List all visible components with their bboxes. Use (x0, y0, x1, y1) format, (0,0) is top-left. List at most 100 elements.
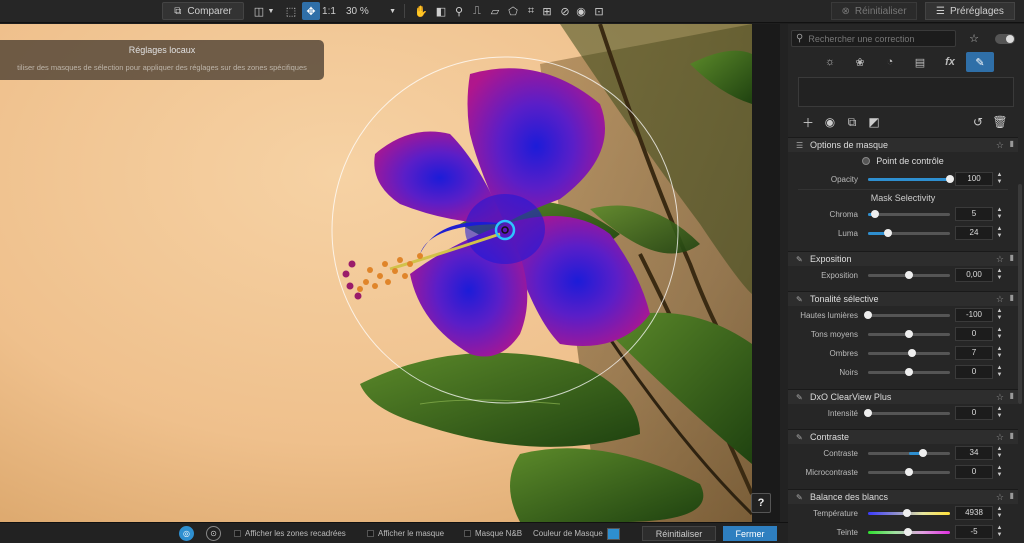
move-icon[interactable]: ✥ (302, 2, 320, 20)
eyedropper-icon[interactable]: ⚲ (450, 2, 468, 20)
show-mask-checkbox[interactable]: Afficher le masque (367, 527, 444, 540)
zoom-one-to-one-button[interactable]: 1:1 (320, 2, 338, 20)
split-view-chevron-icon[interactable]: ▼ (266, 2, 276, 20)
intensity-slider[interactable] (864, 409, 950, 417)
temperature-value-field[interactable]: 4938 (955, 506, 993, 520)
show-cropped-zones-checkbox[interactable]: Afficher les zones recadrées (234, 527, 346, 540)
microcontrast-slider[interactable] (868, 468, 950, 476)
expand-icon[interactable]: ▮ (1010, 293, 1014, 302)
spinner-arrows-icon[interactable]: ▲ ▼ (995, 446, 1004, 460)
panel-scrollbar[interactable] (1018, 184, 1022, 404)
slider-knob[interactable] (918, 449, 927, 457)
favorite-star-icon[interactable]: ☆ (996, 432, 1004, 443)
hand-tool-icon[interactable]: ✋ (412, 2, 430, 20)
favorite-star-icon[interactable]: ☆ (996, 294, 1004, 305)
luma-slider[interactable] (868, 229, 950, 237)
slider-knob[interactable] (905, 330, 913, 338)
spinner-arrows-icon[interactable]: ▲ ▼ (995, 327, 1004, 341)
expand-icon[interactable]: ▮ (1010, 431, 1014, 440)
spinner-arrows-icon[interactable]: ▲ ▼ (995, 506, 1004, 520)
spinner-arrows-icon[interactable]: ▲ ▼ (995, 226, 1004, 240)
spinner-arrows-icon[interactable]: ▲ ▼ (995, 207, 1004, 221)
tab-fx-icon[interactable]: fx (936, 52, 964, 72)
tint-value-field[interactable]: -5 (955, 525, 993, 539)
exposure-slider[interactable] (868, 271, 950, 279)
local-adjustments-icon[interactable]: ⊞ (538, 2, 556, 20)
slider-knob[interactable] (864, 311, 872, 319)
slider-knob[interactable] (870, 210, 879, 218)
slider-knob[interactable] (946, 175, 954, 183)
reset-all-button[interactable]: ⊗ Réinitialiser (831, 2, 917, 20)
slider-knob[interactable] (905, 468, 913, 476)
clearview-header[interactable]: ✎ DxO ClearView Plus ☆ ▮ (788, 389, 1018, 404)
temperature-slider[interactable] (868, 509, 950, 517)
invert-mask-icon[interactable]: ◩ (866, 114, 882, 130)
panel-toggle-switch[interactable] (995, 34, 1015, 44)
midtones-slider[interactable] (868, 330, 950, 338)
luma-value-field[interactable]: 24 (955, 226, 993, 240)
exposure-value-field[interactable]: 0,00 (955, 268, 993, 282)
mask-bw-checkbox[interactable]: Masque N&B (464, 527, 522, 540)
duplicate-mask-icon[interactable]: ⧉ (844, 114, 860, 130)
blacks-slider[interactable] (868, 368, 950, 376)
spinner-arrows-icon[interactable]: ▲ ▼ (995, 172, 1004, 186)
slider-knob[interactable] (905, 368, 913, 376)
perspective-icon[interactable]: ⏥ (486, 2, 504, 20)
image-canvas[interactable]: Réglages locaux tiliser des masques de s… (0, 24, 752, 522)
panel-splitter[interactable] (780, 24, 788, 522)
intensity-value-field[interactable]: 0 (955, 406, 993, 420)
undo-mask-icon[interactable]: ↺ (970, 114, 986, 130)
fit-view-icon[interactable]: ⬚ (282, 2, 300, 20)
spinner-arrows-icon[interactable]: ▲ ▼ (995, 406, 1004, 420)
contrast-header[interactable]: ✎ Contraste ☆ ▮ (788, 429, 1018, 444)
contrast-slider[interactable] (868, 449, 950, 457)
overlay-toggle-icon[interactable]: ⊡ (590, 2, 608, 20)
spinner-arrows-icon[interactable]: ▲ ▼ (995, 465, 1004, 479)
control-point-mode-icon[interactable]: ◎ (179, 526, 194, 541)
mask-color-picker[interactable]: Couleur de Masque (533, 527, 620, 540)
white-balance-header[interactable]: ✎ Balance des blancs ☆ ▮ (788, 489, 1018, 504)
expand-icon[interactable]: ▮ (1010, 391, 1014, 400)
zoom-select[interactable]: 30 % ▼ (342, 2, 400, 20)
tab-color-circles-icon[interactable]: ❀ (846, 52, 874, 72)
eye-icon[interactable]: ◉ (572, 2, 590, 20)
search-input[interactable]: ⚲ Rechercher une correction (791, 30, 956, 47)
blacks-value-field[interactable]: 0 (955, 365, 993, 379)
slider-knob[interactable] (904, 528, 913, 536)
favorites-star-icon[interactable]: ☆ (965, 30, 983, 47)
microcontrast-value-field[interactable]: 0 (955, 465, 993, 479)
highlights-slider[interactable] (864, 311, 950, 319)
expand-icon[interactable]: ▮ (1010, 491, 1014, 500)
close-button[interactable]: Fermer (723, 526, 777, 541)
favorite-star-icon[interactable]: ☆ (996, 140, 1004, 151)
expand-icon[interactable]: ▮ (1010, 139, 1014, 148)
mask-visibility-icon[interactable]: ◉ (822, 114, 838, 130)
add-mask-icon[interactable]: ＋ (800, 114, 816, 130)
midtones-value-field[interactable]: 0 (955, 327, 993, 341)
shadows-value-field[interactable]: 7 (955, 346, 993, 360)
spinner-arrows-icon[interactable]: ▲ ▼ (995, 525, 1004, 539)
tab-light-sun-icon[interactable]: ☼ (816, 52, 844, 72)
mask-color-swatch[interactable] (606, 527, 620, 540)
tint-slider[interactable] (868, 528, 950, 536)
slider-knob[interactable] (883, 229, 892, 237)
slider-knob[interactable] (905, 271, 913, 279)
spinner-arrows-icon[interactable]: ▲ ▼ (995, 308, 1004, 322)
tab-document-icon[interactable]: ▤ (906, 52, 934, 72)
expand-icon[interactable]: ▮ (1010, 253, 1014, 262)
mask-options-header[interactable]: ☰ Options de masque ☆ ▮ (788, 137, 1018, 152)
compare-button[interactable]: ⧉ Comparer (162, 2, 244, 20)
selective-tone-header[interactable]: ✎ Tonalité sélective ☆ ▮ (788, 291, 1018, 306)
horizon-icon[interactable]: ⎍ (468, 2, 486, 20)
opacity-slider[interactable] (868, 175, 954, 183)
exposure-header[interactable]: ✎ Exposition ☆ ▮ (788, 251, 1018, 266)
favorite-star-icon[interactable]: ☆ (996, 492, 1004, 503)
slider-knob[interactable] (864, 409, 872, 417)
favorite-star-icon[interactable]: ☆ (996, 392, 1004, 403)
spinner-arrows-icon[interactable]: ▲ ▼ (995, 268, 1004, 282)
spinner-arrows-icon[interactable]: ▲ ▼ (995, 365, 1004, 379)
chroma-slider[interactable] (868, 210, 950, 218)
opacity-value-field[interactable]: 100 (955, 172, 993, 186)
shadows-slider[interactable] (868, 349, 950, 357)
contrast-value-field[interactable]: 34 (955, 446, 993, 460)
